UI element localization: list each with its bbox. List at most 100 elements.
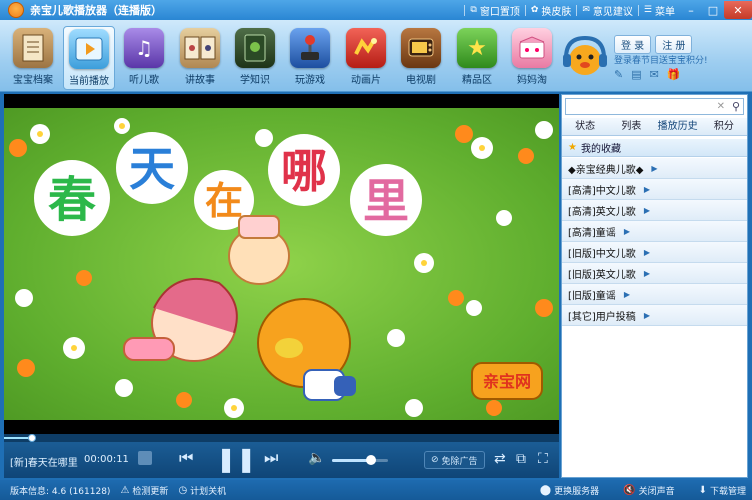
status-bar: 版本信息: 4.6 (161128) ⚠ 检测更新 ◷ 计划关机 ⬤ 更换服务器 🔇 关… bbox=[0, 480, 752, 500]
shop-icon bbox=[512, 28, 552, 68]
player-controls: [新]春天在哪里 00:00:11 ⏮ ❚❚ ⏭ 🔈 ⊘ 免除广告 ⇄ ⧉ ⛶ bbox=[4, 442, 559, 478]
toolbar-games[interactable]: 玩游戏 bbox=[284, 28, 336, 90]
account-icons: ✎ ▤ ✉ 🎁 bbox=[614, 68, 681, 81]
close-button[interactable]: ✕ bbox=[724, 1, 752, 19]
change-server-link[interactable]: ⬤ 更换服务器 bbox=[540, 484, 599, 497]
stop-button[interactable] bbox=[138, 451, 152, 465]
list-item[interactable]: [旧版]英文儿歌 ▶ bbox=[562, 263, 747, 284]
expand-arrow-icon: ▶ bbox=[651, 163, 658, 173]
toolbar-learn[interactable]: 学知识 bbox=[229, 28, 281, 90]
volume-handle[interactable] bbox=[366, 455, 377, 465]
video-frame[interactable]: 春 天 在 哪 里 亲宝网 bbox=[4, 108, 559, 420]
title-char-3: 在 bbox=[205, 179, 243, 223]
playlist-sidebar: ✕ ⚲ 状态 列表 播放历史 积分 ★ 我的收藏 ◆亲宝经典儿歌◆ ▶ [高清]中… bbox=[561, 94, 748, 478]
tab-points[interactable]: 积分 bbox=[701, 118, 747, 135]
main-menu[interactable]: ☰ 菜单 bbox=[639, 3, 680, 18]
knowledge-icon bbox=[235, 28, 275, 68]
title-bar: 亲宝儿歌播放器（连播版） ⧉ 窗口置顶 ✿ 换皮肤 ✉ 意见建议 ☰ 菜单 – □ ✕ bbox=[0, 0, 752, 20]
gift-icon[interactable]: 🎁 bbox=[667, 68, 681, 81]
progress-handle[interactable] bbox=[27, 434, 36, 442]
login-button[interactable]: 登 录 bbox=[614, 35, 652, 54]
my-favorites[interactable]: ★ 我的收藏 bbox=[562, 139, 747, 157]
list-item[interactable]: [旧版]童谣 ▶ bbox=[562, 284, 747, 305]
download-manager-link[interactable]: ⬇ 下载管理 bbox=[699, 484, 746, 497]
tab-list[interactable]: 列表 bbox=[608, 118, 654, 135]
expand-arrow-icon: ▶ bbox=[643, 184, 650, 194]
toolbar-stories[interactable]: 讲故事 bbox=[174, 28, 226, 90]
list-item[interactable]: [高清]童谣 ▶ bbox=[562, 221, 747, 242]
check-update-link[interactable]: ⚠ 检测更新 bbox=[120, 484, 168, 497]
pause-button[interactable]: ❚❚ bbox=[216, 445, 256, 473]
clock-icon: ◷ bbox=[178, 484, 188, 496]
toolbar-tv-series[interactable]: 电视剧 bbox=[395, 28, 447, 90]
toolbar-now-playing[interactable]: 当前播放 bbox=[63, 26, 115, 90]
now-playing-title: [新]春天在哪里 bbox=[10, 458, 78, 469]
title-menu: ⧉ 窗口置顶 ✿ 换皮肤 ✉ 意见建议 ☰ 菜单 – □ ✕ bbox=[464, 0, 752, 20]
video-artwork: 春 天 在 哪 里 亲宝网 bbox=[9, 118, 553, 418]
clear-search-icon[interactable]: ✕ bbox=[717, 101, 725, 112]
expand-arrow-icon: ▶ bbox=[623, 289, 630, 299]
menu-icon: ☰ bbox=[643, 5, 652, 15]
toolbar-premium[interactable]: ★ 精品区 bbox=[451, 28, 503, 90]
tab-status[interactable]: 状态 bbox=[562, 118, 608, 135]
card-icon[interactable]: ▤ bbox=[631, 68, 641, 81]
volume-icon[interactable]: 🔈 bbox=[308, 450, 325, 466]
fullscreen-icon[interactable]: ⛶ bbox=[538, 451, 548, 467]
search-icon[interactable]: ⚲ bbox=[732, 100, 740, 113]
list-item[interactable]: [其它]用户投稿 ▶ bbox=[562, 305, 747, 326]
previous-button[interactable]: ⏮ bbox=[179, 448, 193, 468]
register-button[interactable]: 注 册 bbox=[655, 35, 693, 54]
version-info: 版本信息: 4.6 (161128) bbox=[10, 486, 111, 497]
list-item[interactable]: [旧版]中文儿歌 ▶ bbox=[562, 242, 747, 263]
expand-arrow-icon: ▶ bbox=[643, 268, 650, 278]
list-item[interactable]: ◆亲宝经典儿歌◆ ▶ bbox=[562, 158, 747, 179]
download-icon: ⬇ bbox=[698, 484, 707, 496]
volume-slider[interactable] bbox=[332, 459, 388, 462]
title-char-5: 里 bbox=[363, 174, 409, 228]
mail-icon[interactable]: ✉ bbox=[650, 68, 659, 81]
edit-icon[interactable]: ✎ bbox=[614, 68, 623, 81]
tab-history[interactable]: 播放历史 bbox=[655, 118, 701, 135]
star-icon: ★ bbox=[457, 28, 497, 68]
expand-arrow-icon: ▶ bbox=[623, 226, 630, 236]
cartoon-characters bbox=[123, 215, 356, 401]
mute-link[interactable]: 🔇 关闭声音 bbox=[623, 484, 674, 497]
svg-text:亲宝网: 亲宝网 bbox=[483, 372, 531, 391]
window-title: 亲宝儿歌播放器（连播版） bbox=[30, 4, 162, 17]
toolbar-cartoons[interactable]: 动画片 bbox=[340, 28, 392, 90]
restore-icon: ⧉ bbox=[470, 5, 477, 15]
app-logo-icon bbox=[8, 2, 24, 18]
status-right: ⬤ 更换服务器 🔇 关闭声音 ⬇ 下载管理 bbox=[530, 480, 746, 500]
tv-icon bbox=[401, 28, 441, 68]
search-input[interactable]: ✕ ⚲ bbox=[565, 98, 744, 115]
next-button[interactable]: ⏭ bbox=[264, 448, 278, 468]
skin-icon: ✿ bbox=[530, 5, 539, 15]
warning-icon: ⚠ bbox=[120, 484, 130, 496]
scheduled-shutdown-link[interactable]: ◷ 计划关机 bbox=[178, 484, 226, 497]
toolbar-baby-profile[interactable]: 宝宝档案 bbox=[7, 28, 59, 90]
music-icon: ♫ bbox=[124, 28, 164, 68]
maximize-button[interactable]: □ bbox=[702, 1, 724, 19]
block-icon: ⊘ bbox=[431, 455, 439, 465]
remove-ads-button[interactable]: ⊘ 免除广告 bbox=[424, 451, 485, 469]
list-item[interactable]: [高清]英文儿歌 ▶ bbox=[562, 200, 747, 221]
toolbar-mom-shop[interactable]: 妈妈淘 bbox=[506, 28, 558, 90]
user-avatar[interactable] bbox=[560, 32, 610, 82]
minimize-button[interactable]: – bbox=[680, 1, 702, 19]
expand-arrow-icon: ▶ bbox=[643, 310, 650, 320]
sidebar-tabs: 状态 列表 播放历史 积分 bbox=[562, 118, 747, 136]
list-item[interactable]: [高清]中文儿歌 ▶ bbox=[562, 179, 747, 200]
change-skin-menu[interactable]: ✿ 换皮肤 bbox=[526, 3, 577, 18]
loop-icon[interactable]: ⇄ bbox=[494, 451, 506, 467]
video-player[interactable]: 春 天 在 哪 里 亲宝网 bbox=[4, 94, 559, 434]
toolbar-listen-songs[interactable]: ♫ 听儿歌 bbox=[118, 28, 170, 90]
expand-arrow-icon: ▶ bbox=[643, 205, 650, 215]
feedback-menu[interactable]: ✉ 意见建议 bbox=[577, 3, 638, 18]
story-book-icon bbox=[180, 28, 220, 68]
playback-progress[interactable] bbox=[4, 434, 559, 442]
server-icon: ⬤ bbox=[539, 484, 552, 496]
joystick-icon bbox=[290, 28, 330, 68]
pin-window-menu[interactable]: ⧉ 窗口置顶 bbox=[465, 3, 524, 18]
promo-link[interactable]: 登录春节目送宝宝积分! bbox=[614, 53, 708, 66]
mini-mode-icon[interactable]: ⧉ bbox=[516, 451, 526, 467]
